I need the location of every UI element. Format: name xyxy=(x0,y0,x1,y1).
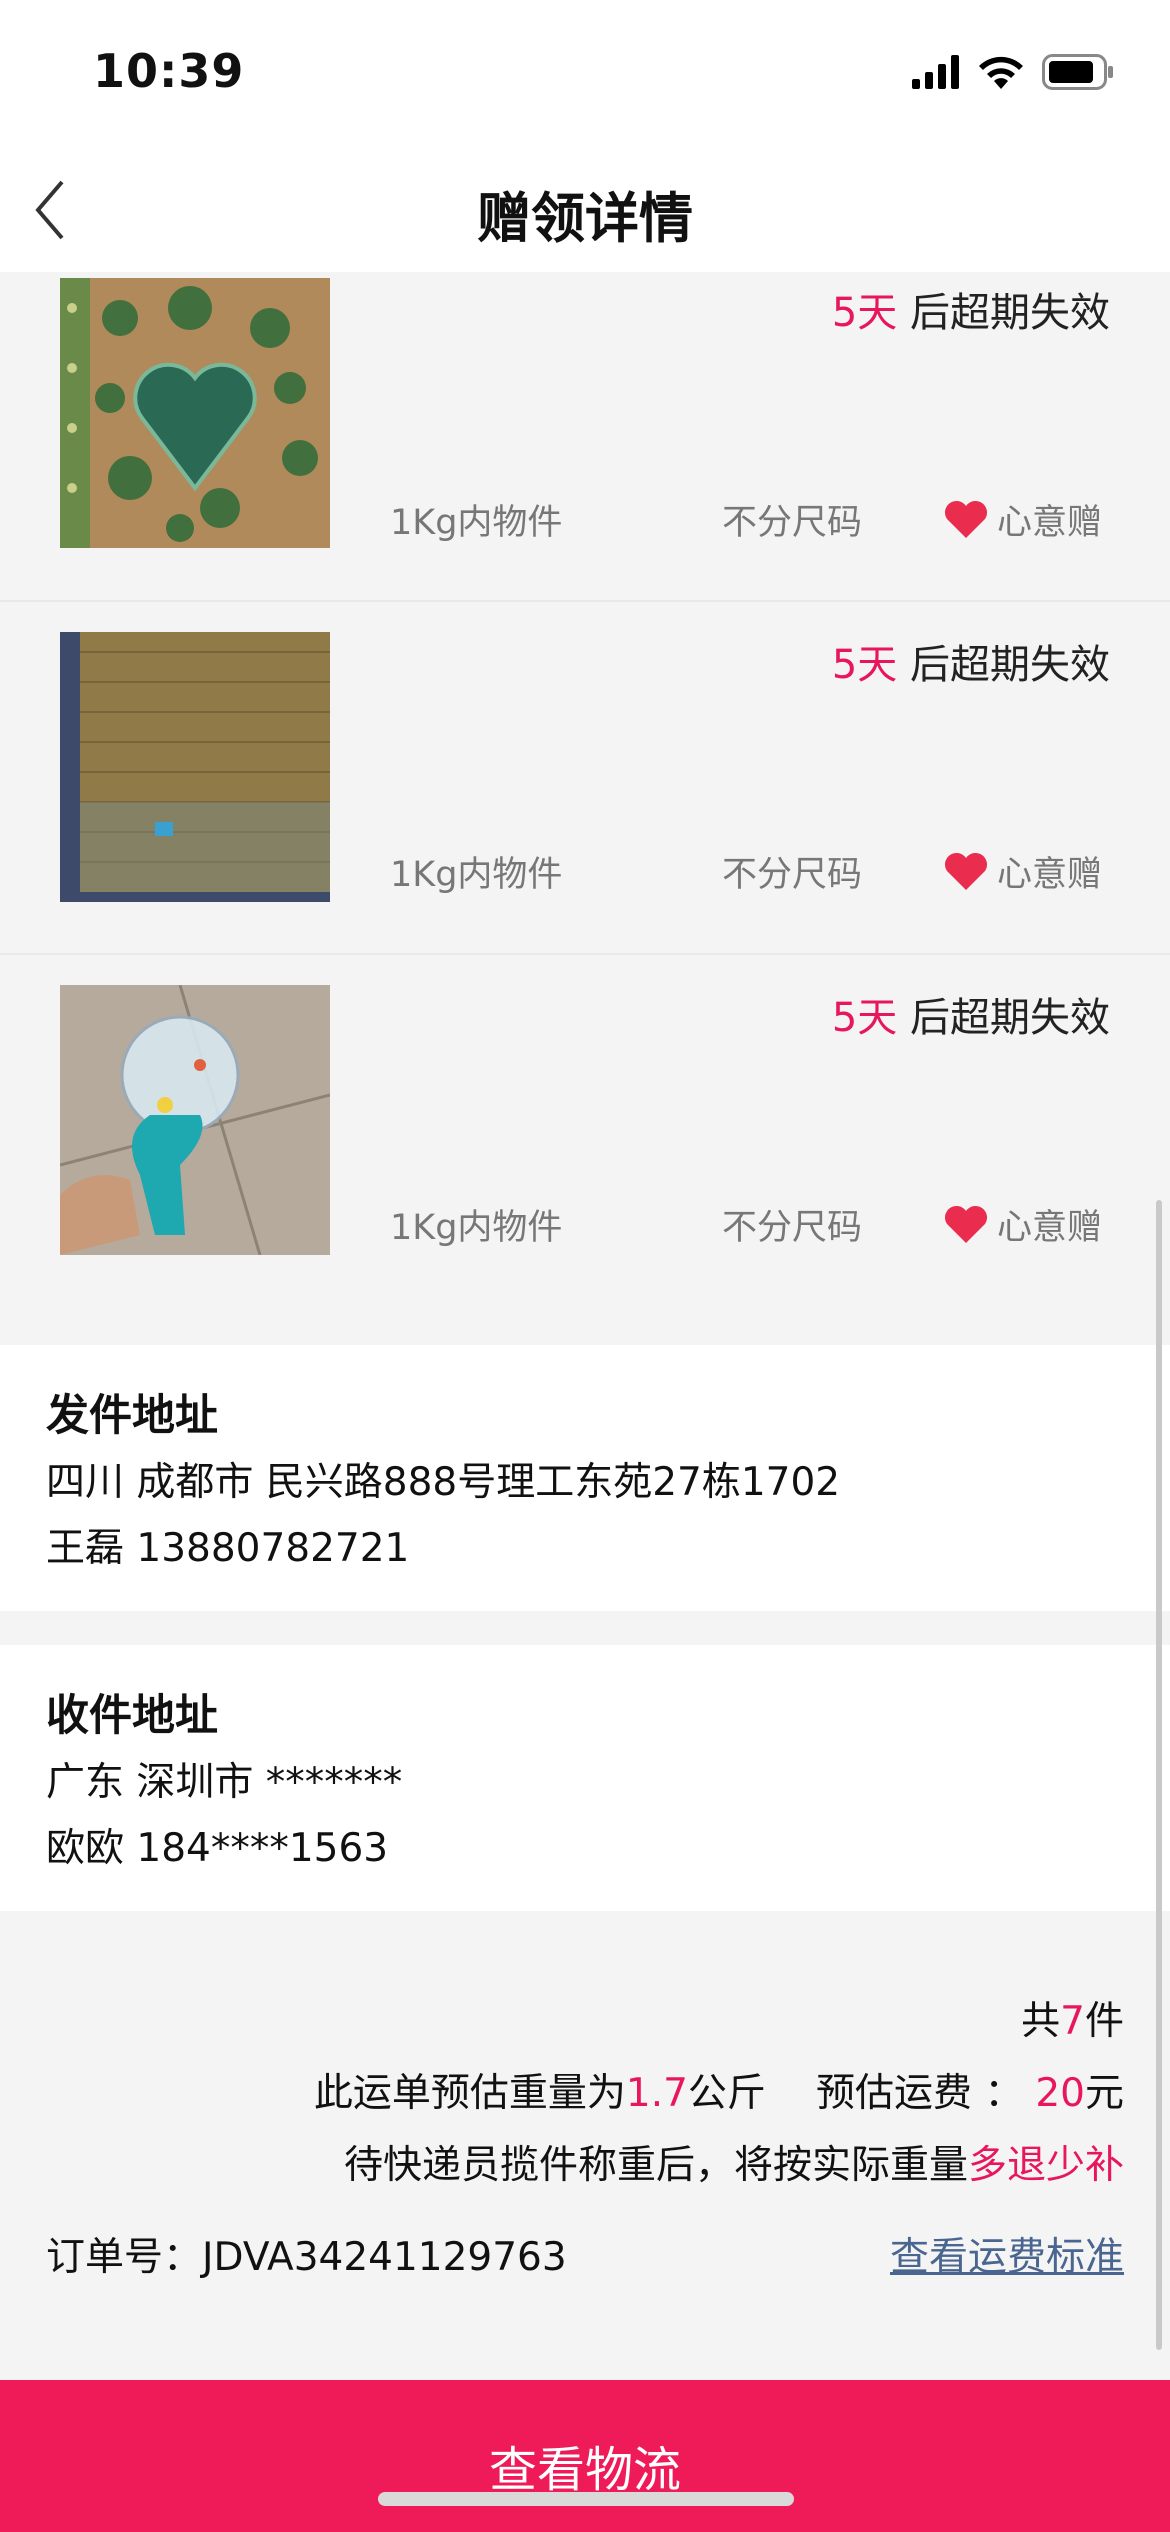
count-suffix: 件 xyxy=(1084,1999,1124,2044)
note-highlight: 多退少补 xyxy=(967,2143,1124,2188)
gift-item[interactable]: 5天 后超期失效 1Kg内物件 不分尺码 心意赠 xyxy=(0,955,1170,1308)
expire-days: 5天 xyxy=(831,642,898,688)
receiver-address: 广东 深圳市 ******* xyxy=(46,1760,403,1805)
item-weight: 1Kg内物件 xyxy=(390,855,563,895)
note-text: 待快递员揽件称重后，将按实际重量 xyxy=(343,2143,968,2188)
gift-item[interactable]: 5天 后超期失效 1Kg内物件 不分尺码 心意赠 xyxy=(0,272,1170,602)
receiver-address-card: 收件地址 广东 深圳市 ******* 欧欧 184****1563 xyxy=(0,1645,1170,1911)
item-weight: 1Kg内物件 xyxy=(390,1208,563,1248)
expire-suffix: 后超期失效 xyxy=(897,642,1110,688)
count-prefix: 共 xyxy=(1021,1999,1061,2044)
weight-value: 1.7 xyxy=(625,2071,688,2116)
expire-text: 5天 后超期失效 xyxy=(832,985,1110,1043)
scrollbar[interactable] xyxy=(1156,1200,1162,2350)
order-label: 订单号： xyxy=(46,2235,203,2280)
wifi-icon xyxy=(979,56,1023,89)
sender-contact: 王磊 13880782721 xyxy=(46,1526,410,1571)
item-photo xyxy=(60,632,330,902)
fee-value: 20 xyxy=(1035,2071,1085,2116)
receiver-contact: 欧欧 184****1563 xyxy=(46,1826,389,1871)
gift-tag-label: 心意赠 xyxy=(996,855,1102,895)
freight-standard-link[interactable]: 查看运费标准 xyxy=(890,2226,1124,2282)
count-value: 7 xyxy=(1060,1999,1085,2044)
expire-suffix: 后超期失效 xyxy=(897,290,1110,336)
item-weight: 1Kg内物件 xyxy=(390,503,563,543)
gift-tag: 心意赠 xyxy=(943,1199,1102,1250)
status-bar: 10:39 xyxy=(0,0,1170,150)
sender-address-card: 发件地址 四川 成都市 民兴路888号理工东苑27栋1702 王磊 138807… xyxy=(0,1345,1170,1611)
fee-prefix: 预估运费 ： xyxy=(815,2071,1024,2116)
page-title: 赠领详情 xyxy=(477,187,693,250)
view-logistics-button[interactable]: 查看物流 xyxy=(0,2380,1170,2532)
battery-icon xyxy=(1042,54,1113,90)
view-logistics-label: 查看物流 xyxy=(488,2442,681,2498)
weight-suffix: 公斤 xyxy=(687,2071,766,2116)
sender-title: 发件地址 xyxy=(46,1391,218,1441)
weight-fee-line: 此运单预估重量为1.7公斤 预估运费 ： 20元 xyxy=(314,2062,1124,2118)
order-number: 订单号：JDVA34241129763 xyxy=(46,2226,567,2282)
fee-suffix: 元 xyxy=(1084,2071,1124,2116)
order-value: JDVA34241129763 xyxy=(202,2235,567,2280)
status-time: 10:39 xyxy=(93,44,245,98)
heart-icon xyxy=(944,852,987,890)
sender-address: 四川 成都市 民兴路888号理工东苑27栋1702 xyxy=(46,1460,841,1505)
expire-text: 5天 后超期失效 xyxy=(832,632,1110,690)
gift-tag-label: 心意赠 xyxy=(996,1208,1102,1248)
expire-text: 5天 后超期失效 xyxy=(832,280,1110,338)
nav-bar: 赠领详情 xyxy=(0,150,1170,272)
expire-days: 5天 xyxy=(831,995,898,1041)
cellular-signal-icon xyxy=(912,55,959,89)
receiver-title: 收件地址 xyxy=(46,1691,218,1741)
item-count: 共7件 xyxy=(1021,1990,1124,2046)
gift-tag: 心意赠 xyxy=(943,494,1102,545)
home-indicator[interactable] xyxy=(378,2492,794,2506)
gift-item[interactable]: 5天 后超期失效 1Kg内物件 不分尺码 心意赠 xyxy=(0,602,1170,955)
gift-tag-label: 心意赠 xyxy=(996,503,1102,543)
expire-days: 5天 xyxy=(831,290,898,336)
heart-icon xyxy=(944,500,987,538)
expire-suffix: 后超期失效 xyxy=(897,995,1110,1041)
status-icons xyxy=(912,50,1114,94)
item-photo xyxy=(60,985,330,1255)
item-size: 不分尺码 xyxy=(722,855,863,895)
gift-tag: 心意赠 xyxy=(943,846,1102,897)
heart-icon xyxy=(944,1205,987,1243)
weight-note: 待快递员揽件称重后，将按实际重量多退少补 xyxy=(344,2134,1124,2190)
item-size: 不分尺码 xyxy=(722,503,863,543)
weight-prefix: 此运单预估重量为 xyxy=(313,2071,626,2116)
item-photo xyxy=(60,278,330,548)
item-size: 不分尺码 xyxy=(722,1208,863,1248)
